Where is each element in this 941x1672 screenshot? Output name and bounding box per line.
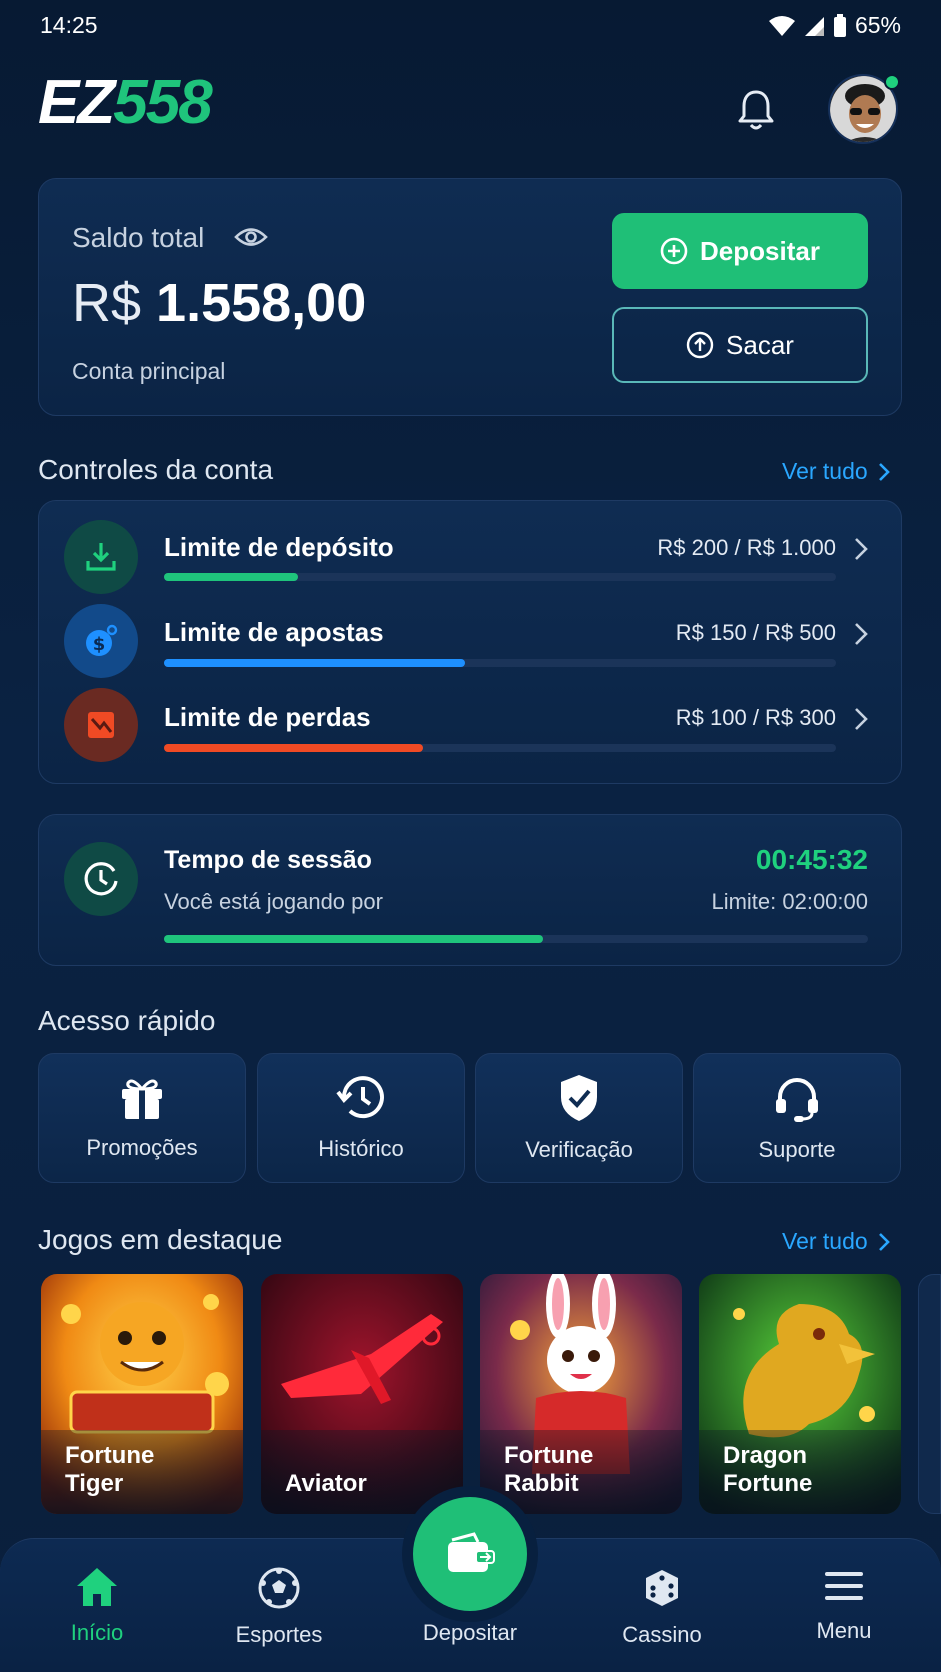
game-card-aviator[interactable]: Aviator: [261, 1274, 463, 1514]
chevron-right-icon: [855, 708, 868, 730]
plus-circle-icon: [660, 237, 688, 265]
session-progress-fill: [164, 935, 543, 943]
session-limit: Limite: 02:00:00: [711, 889, 868, 914]
quick-label: Promoções: [86, 1135, 198, 1160]
balance-label: Saldo total: [72, 222, 205, 253]
deposit-limit-icon: [64, 520, 138, 594]
nav-casino[interactable]: Cassino: [587, 1566, 737, 1648]
game-card-fortune-tiger[interactable]: Fortune Tiger: [41, 1274, 243, 1514]
limit-row-bets[interactable]: $: [64, 604, 138, 678]
dice-icon: [646, 1570, 678, 1606]
nav-deposit[interactable]: Depositar: [395, 1620, 545, 1646]
bet-limit-icon: $: [64, 604, 138, 678]
account-label: Conta principal: [72, 358, 226, 384]
soccer-ball-icon: [258, 1567, 300, 1609]
deposit-button[interactable]: Depositar: [612, 213, 868, 289]
balance-currency: R$: [72, 273, 142, 333]
limit-value: R$ 150 / R$ 500: [675, 620, 836, 645]
nav-label: Esportes: [235, 1622, 323, 1647]
games-see-all-link[interactable]: Ver tudo: [782, 1228, 890, 1255]
quick-support[interactable]: Suporte: [693, 1053, 901, 1183]
limit-progress-track: [164, 659, 836, 667]
online-status-dot: [884, 74, 900, 90]
menu-icon: [825, 1572, 863, 1600]
app-logo: EZ558: [38, 72, 213, 134]
see-all-label: Ver tudo: [782, 458, 868, 484]
svg-text:$: $: [93, 634, 106, 655]
logo-ez: EZ: [38, 68, 115, 137]
history-icon: [336, 1076, 384, 1119]
bell-icon[interactable]: [736, 88, 776, 132]
limit-row-losses[interactable]: [64, 688, 138, 762]
nav-menu[interactable]: Menu: [769, 1566, 919, 1644]
quick-history[interactable]: Histórico: [257, 1053, 465, 1183]
limit-progress-track: [164, 744, 836, 752]
nav-label: Início: [70, 1620, 124, 1645]
status-icons: 65%: [768, 12, 901, 39]
chevron-right-icon: [878, 1232, 890, 1251]
limit-progress-fill: [164, 744, 423, 752]
balance-amount: R$ 1.558,00: [72, 272, 366, 334]
limit-name: Limite de depósito: [164, 532, 394, 562]
game-name: Dragon Fortune: [723, 1442, 813, 1497]
shield-check-icon: [561, 1075, 597, 1121]
eye-icon[interactable]: [234, 222, 268, 252]
game-card-fortune-rabbit[interactable]: Fortune Rabbit: [480, 1274, 682, 1514]
controls-title: Controles da conta: [38, 454, 274, 485]
upload-circle-icon: [686, 331, 714, 359]
game-card-dragon-fortune[interactable]: Dragon Fortune: [699, 1274, 901, 1514]
limit-name: Limite de perdas: [164, 702, 371, 732]
chevron-right-icon: [855, 538, 868, 560]
signal-icon: [804, 16, 824, 36]
quick-label: Verificação: [525, 1137, 633, 1162]
deposit-label: Depositar: [700, 235, 820, 266]
session-subtitle: Você está jogando por: [164, 889, 383, 914]
limit-name: Limite de apostas: [164, 617, 384, 647]
session-title: Tempo de sessão: [164, 846, 372, 874]
quick-promotions[interactable]: Promoções: [38, 1053, 246, 1183]
headset-icon: [776, 1078, 818, 1122]
game-name: Aviator: [285, 1470, 367, 1497]
chevron-right-icon: [855, 623, 868, 645]
quick-access-title: Acesso rápido: [38, 1005, 216, 1036]
nav-label: Depositar: [422, 1620, 518, 1645]
status-time: 14:25: [40, 12, 98, 38]
limit-progress-fill: [164, 573, 299, 581]
limit-value: R$ 200 / R$ 1.000: [657, 535, 836, 560]
wifi-icon: [768, 15, 795, 36]
chevron-right-icon: [878, 462, 890, 481]
withdraw-label: Sacar: [726, 329, 794, 360]
nav-label: Menu: [816, 1618, 872, 1643]
wallet-icon: [448, 1532, 495, 1572]
nav-label: Cassino: [622, 1622, 702, 1647]
limit-value: R$ 100 / R$ 300: [675, 705, 836, 730]
see-all-label: Ver tudo: [782, 1228, 868, 1254]
nav-home[interactable]: Início: [22, 1566, 172, 1646]
battery-icon: [833, 13, 846, 37]
quick-label: Suporte: [758, 1137, 836, 1162]
loss-limit-icon: [64, 688, 138, 762]
controls-see-all-link[interactable]: Ver tudo: [782, 458, 890, 485]
session-time: 00:45:32: [755, 844, 868, 875]
limit-progress-fill: [164, 659, 466, 667]
quick-verification[interactable]: Verificação: [475, 1053, 683, 1183]
battery-percent: 65%: [854, 12, 901, 38]
gift-icon: [122, 1079, 162, 1119]
home-icon: [77, 1568, 117, 1606]
games-title: Jogos em destaque: [38, 1224, 283, 1255]
limit-row-deposit[interactable]: [64, 520, 138, 594]
game-card-partial[interactable]: [918, 1274, 941, 1514]
logo-number: 558: [113, 68, 212, 137]
withdraw-button[interactable]: Sacar: [612, 307, 868, 383]
limit-progress-track: [164, 573, 836, 581]
nav-sports[interactable]: Esportes: [204, 1566, 354, 1648]
clock-icon: [64, 842, 138, 916]
game-name: Fortune Tiger: [65, 1442, 155, 1497]
balance-value: 1.558,00: [156, 273, 367, 333]
deposit-fab[interactable]: [413, 1497, 527, 1611]
quick-label: Histórico: [318, 1136, 404, 1161]
game-name: Fortune Rabbit: [504, 1442, 594, 1497]
